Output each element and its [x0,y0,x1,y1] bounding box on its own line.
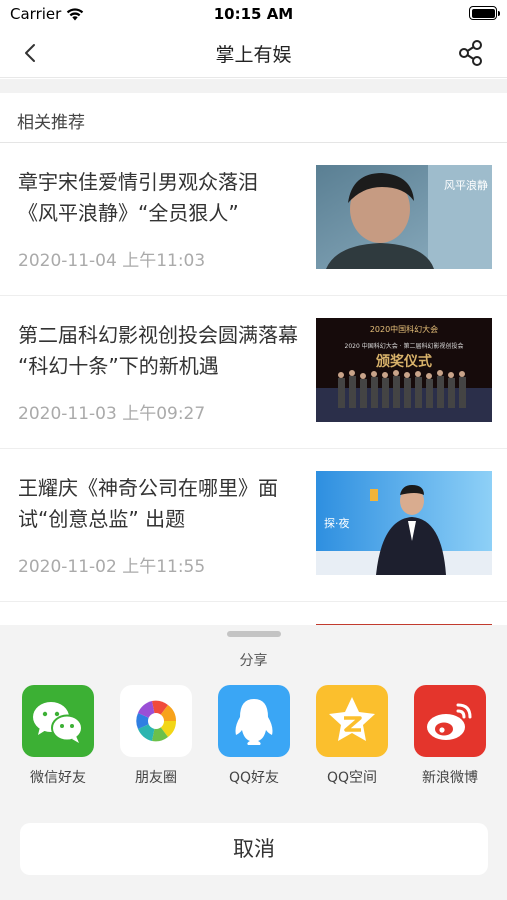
section-header: 相关推荐 [0,93,507,143]
article-time: 2020-11-02 上午11:55 [18,557,206,577]
article-title: 王耀庆《神奇公司在哪里》面试“创意总监” 出题 [18,476,278,531]
share-option-qzone[interactable]: QQ空间 [314,685,390,787]
share-sheet-title: 分享 [239,653,268,669]
section-title: 相关推荐 [17,113,85,133]
share-option-label: 微信好友 [30,770,86,786]
thumb-overlay-subtext: 2020 中国科幻大会 · 第二届科幻影视创投会 [345,342,464,350]
battery-icon [469,6,500,20]
page-title: 掌上有娱 [215,44,292,66]
share-icon[interactable] [457,39,485,67]
share-option-weibo[interactable]: 新浪微博 [412,685,488,787]
thumb-overlay-text: 风平浪静 [444,178,488,192]
article-thumbnail: 探·夜 [316,471,492,575]
qq-icon [218,685,290,757]
share-option-qq[interactable]: QQ好友 [216,685,292,787]
share-option-label: 朋友圈 [135,770,177,786]
clock: 10:15 AM [213,5,294,23]
article-time: 2020-11-03 上午09:27 [18,404,206,424]
nav-bar: 掌上有娱 [0,28,507,78]
article-item[interactable]: 王耀庆《神奇公司在哪里》面试“创意总监” 出题 2020-11-02 上午11:… [0,449,507,602]
share-sheet: 分享 微信好友 朋友圈 QQ好友 QQ空间 新浪微博 取消 [0,625,507,900]
share-option-label: QQ空间 [326,770,378,786]
share-option-label: 新浪微博 [422,770,478,786]
wechat-icon [22,685,94,757]
article-time: 2020-11-04 上午11:03 [18,251,206,271]
article-thumbnail: 风平浪静 [316,165,492,269]
article-title: 第二届科幻影视创投会圆满落幕 “科幻十条”下的新机遇 [18,323,298,378]
article-thumbnail: 2020中国科幻大会 2020 中国科幻大会 · 第二届科幻影视创投会 颁奖仪式 [316,318,492,422]
share-option-label: QQ好友 [228,770,280,786]
thumb-overlay-text: 2020中国科幻大会 [370,324,438,334]
thumb-overlay-text: 探·夜 [324,516,350,530]
article-title: 章宇宋佳爱情引男观众落泪 《风平浪静》“全员狠人” [18,170,258,225]
moments-icon [120,685,192,757]
sheet-grabber[interactable] [227,631,281,637]
cancel-button[interactable]: 取消 [20,823,488,875]
share-option-wechat[interactable]: 微信好友 [20,685,96,787]
weibo-icon [414,685,486,757]
status-bar: Carrier 10:15 AM [0,0,507,28]
thumb-overlay-banner: 颁奖仪式 [376,353,432,370]
share-option-moments[interactable]: 朋友圈 [118,685,194,787]
article-item[interactable]: 第二届科幻影视创投会圆满落幕 “科幻十条”下的新机遇 2020-11-03 上午… [0,296,507,449]
article-item[interactable]: 章宇宋佳爱情引男观众落泪 《风平浪静》“全员狠人” 2020-11-04 上午1… [0,143,507,296]
section-divider [0,79,507,93]
qzone-icon [316,685,388,757]
